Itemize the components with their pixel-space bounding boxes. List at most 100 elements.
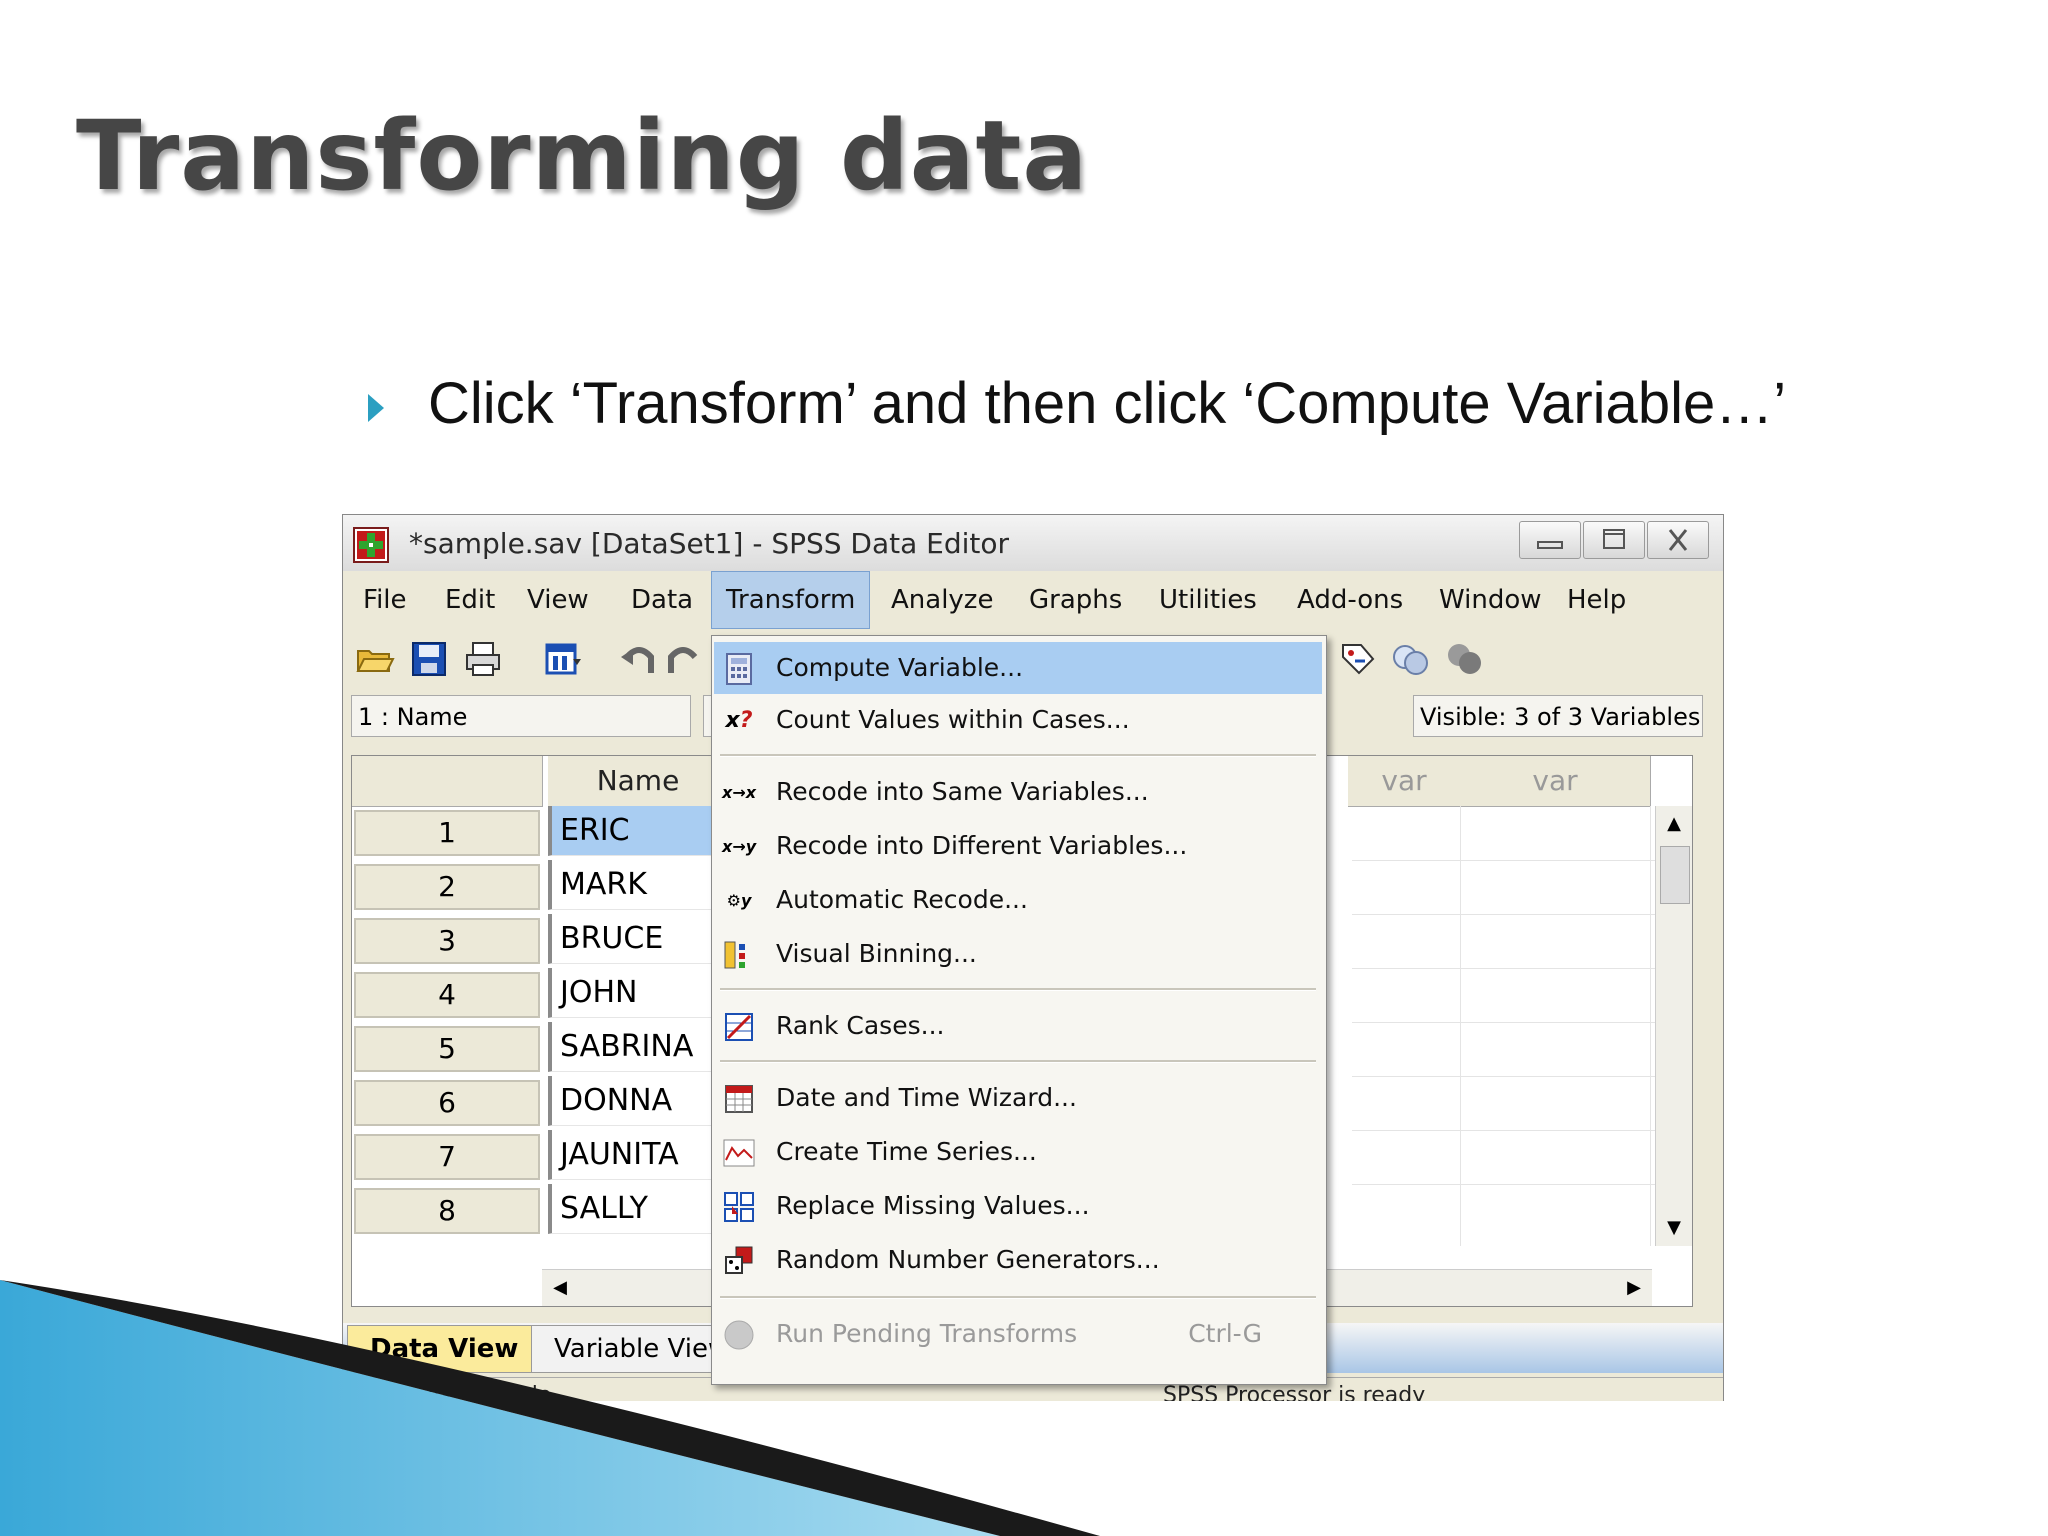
grid-divider (1352, 968, 1672, 969)
menu-item-count-values[interactable]: x? Count Values within Cases... (714, 694, 1322, 746)
cell-name-row-2[interactable]: MARK (548, 860, 728, 910)
menu-data[interactable]: Data (617, 571, 707, 629)
menu-item-replace-missing[interactable]: Replace Missing Values... (714, 1180, 1322, 1232)
row-header-4[interactable]: 4 (354, 972, 540, 1018)
menu-separator (720, 754, 1316, 757)
menu-item-label: Recode into Same Variables... (776, 777, 1149, 806)
calculator-icon (726, 653, 752, 685)
spss-app-icon (353, 527, 389, 563)
redo-icon[interactable] (663, 639, 703, 679)
menu-file[interactable]: File (349, 571, 421, 629)
dialog-recall-icon[interactable] (543, 639, 583, 679)
calendar-icon (725, 1085, 753, 1113)
decorative-swoosh (0, 1280, 1100, 1536)
menu-utilities[interactable]: Utilities (1145, 571, 1271, 629)
grid-corner (352, 756, 543, 807)
count-values-icon: x? (725, 708, 753, 733)
grid-divider (1650, 806, 1651, 1246)
use-sets-icon[interactable] (1391, 639, 1431, 679)
menu-item-recode-same[interactable]: x→x Recode into Same Variables... (714, 766, 1322, 818)
row-header-1[interactable]: 1 (354, 810, 540, 856)
cell-name-row-5[interactable]: SABRINA (548, 1022, 728, 1072)
menu-item-rank-cases[interactable]: Rank Cases... (714, 1000, 1322, 1052)
menu-item-label: Create Time Series... (776, 1137, 1037, 1166)
menu-item-label: Replace Missing Values... (776, 1191, 1090, 1220)
visual-binning-icon (724, 941, 745, 969)
menu-view[interactable]: View (513, 571, 603, 629)
menu-item-create-time-series[interactable]: Create Time Series... (714, 1126, 1322, 1178)
menu-item-recode-different[interactable]: x→y Recode into Different Variables... (714, 820, 1322, 872)
cell-name-row-7[interactable]: JAUNITA (548, 1130, 728, 1180)
scroll-down-icon[interactable]: ▼ (1658, 1212, 1690, 1244)
recode-same-icon: x→x (722, 783, 757, 802)
column-header-var-1[interactable]: var (1348, 756, 1461, 807)
time-series-icon (723, 1139, 755, 1167)
menu-add-ons[interactable]: Add-ons (1283, 571, 1417, 629)
bullet-point: Click ‘Transform’ and then click ‘Comput… (368, 370, 1786, 437)
scroll-right-icon[interactable]: ▶ (1618, 1272, 1650, 1304)
row-header-6[interactable]: 6 (354, 1080, 540, 1126)
menu-item-random-number-generators[interactable]: Random Number Generators... (714, 1234, 1322, 1286)
grid-divider (1352, 860, 1672, 861)
vertical-scrollbar[interactable]: ▲ ▼ (1655, 806, 1692, 1246)
cell-name-row-3[interactable]: BRUCE (548, 914, 728, 964)
menu-item-label: Date and Time Wizard... (776, 1083, 1077, 1112)
cell-name-row-4[interactable]: JOHN (548, 968, 728, 1018)
column-header-var-2[interactable]: var (1460, 756, 1651, 807)
save-icon[interactable] (409, 639, 449, 679)
menu-item-date-time-wizard[interactable]: Date and Time Wizard... (714, 1072, 1322, 1124)
grid-divider (1352, 914, 1672, 915)
open-folder-icon[interactable] (355, 639, 395, 679)
row-header-8[interactable]: 8 (354, 1188, 540, 1234)
cell-name-row-1[interactable]: ERIC (548, 806, 728, 856)
menu-item-label: Visual Binning... (776, 939, 977, 968)
menu-item-shortcut: Ctrl-G (1188, 1319, 1262, 1348)
row-header-2[interactable]: 2 (354, 864, 540, 910)
cell-reference-field: 1 : Name (351, 695, 691, 737)
menu-item-compute-variable[interactable]: Compute Variable... (714, 642, 1322, 694)
dice-icon (725, 1246, 753, 1274)
menubar: File Edit View Data Transform Analyze Gr… (343, 571, 1723, 630)
menu-transform[interactable]: Transform (711, 571, 871, 629)
menu-item-label: Count Values within Cases... (776, 705, 1130, 734)
window-title: *sample.sav [DataSet1] - SPSS Data Edito… (409, 527, 1010, 560)
window-controls (1517, 521, 1709, 559)
menu-item-label: Rank Cases... (776, 1011, 945, 1040)
slide-title: Transforming data (76, 100, 1089, 212)
menu-separator (720, 988, 1316, 991)
menu-item-visual-binning[interactable]: Visual Binning... (714, 928, 1322, 980)
menu-window[interactable]: Window (1425, 571, 1556, 629)
minimize-icon[interactable] (1519, 521, 1581, 559)
menu-edit[interactable]: Edit (431, 571, 509, 629)
close-icon[interactable] (1647, 521, 1709, 559)
print-icon[interactable] (463, 639, 503, 679)
undo-icon[interactable] (619, 639, 659, 679)
cell-name-row-6[interactable]: DONNA (548, 1076, 728, 1126)
value-labels-icon[interactable] (1337, 639, 1377, 679)
row-header-5[interactable]: 5 (354, 1026, 540, 1072)
menu-item-automatic-recode[interactable]: ⚙y Automatic Recode... (714, 874, 1322, 926)
grid-divider (1352, 1076, 1672, 1077)
replace-missing-icon (724, 1192, 754, 1222)
spss-data-editor-window: *sample.sav [DataSet1] - SPSS Data Edito… (342, 514, 1724, 1401)
row-header-7[interactable]: 7 (354, 1134, 540, 1180)
window-titlebar[interactable]: *sample.sav [DataSet1] - SPSS Data Edito… (343, 515, 1723, 572)
show-all-icon[interactable] (1445, 639, 1485, 679)
scroll-thumb[interactable] (1660, 846, 1690, 904)
visible-variables-indicator: Visible: 3 of 3 Variables (1413, 695, 1703, 737)
menu-item-label: Compute Variable... (776, 653, 1024, 682)
menu-analyze[interactable]: Analyze (877, 571, 1007, 629)
grid-divider (1460, 806, 1461, 1246)
grid-divider (1352, 1130, 1672, 1131)
menu-separator (720, 1060, 1316, 1063)
row-header-3[interactable]: 3 (354, 918, 540, 964)
maximize-icon[interactable] (1583, 521, 1645, 559)
scroll-up-icon[interactable]: ▲ (1658, 808, 1690, 840)
menu-help[interactable]: Help (1553, 571, 1640, 629)
bullet-text: Click ‘Transform’ and then click ‘Comput… (428, 371, 1787, 436)
column-header-name[interactable]: Name (548, 756, 729, 807)
automatic-recode-icon: ⚙y (726, 891, 752, 910)
cell-name-row-8[interactable]: SALLY (548, 1184, 728, 1234)
menu-graphs[interactable]: Graphs (1015, 571, 1136, 629)
grid-divider (1352, 1022, 1672, 1023)
